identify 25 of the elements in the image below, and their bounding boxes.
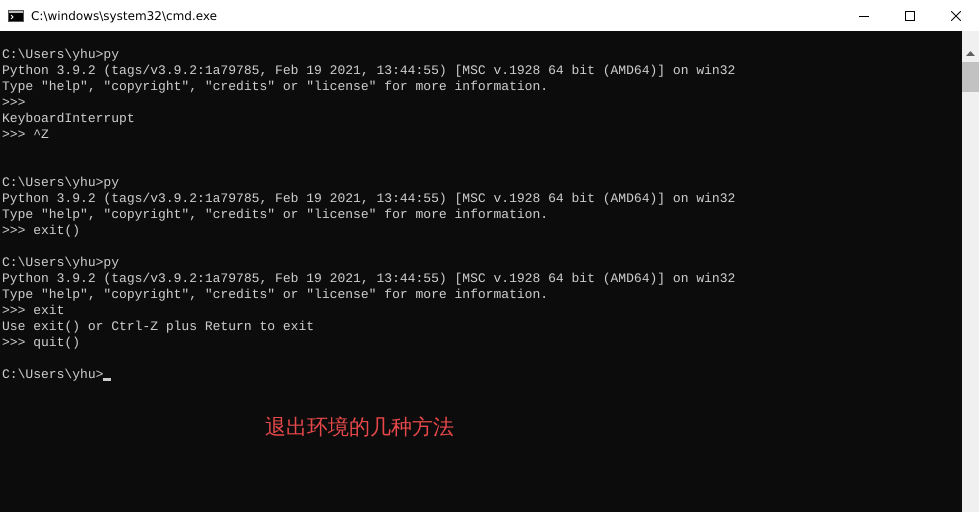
window-title: C:\windows\system32\cmd.exe (31, 8, 217, 22)
console-line: Type "help", "copyright", "credits" or "license" for more information. (2, 287, 550, 303)
console-line: >>> (2, 95, 26, 111)
console-line: C:\Users\yhu>py (2, 255, 120, 271)
close-icon (951, 10, 961, 20)
console-line: >>> exit() (2, 223, 82, 239)
console-line: C:\Users\yhu>py (2, 47, 120, 63)
command-prompt: C:\Users\yhu> (2, 367, 104, 383)
console-line: Python 3.9.2 (tags/v3.9.2:1a79785, Feb 19 2021, 13:44:55) [MSC v.1928 64 bit (AMD64)] on win32 (2, 63, 736, 79)
console-line: >>> exit (2, 303, 66, 319)
scrollbar-thumb[interactable] (962, 62, 979, 92)
scroll-up-icon[interactable] (966, 51, 975, 56)
console-line: Type "help", "copyright", "credits" or "license" for more information. (2, 207, 550, 223)
annotation-text: 退出环境的几种方法 (265, 414, 454, 441)
console-line: >>> quit() (2, 335, 82, 351)
console-line: C:\Users\yhu>py (2, 175, 120, 191)
console-line: >>> ^Z (2, 127, 50, 143)
console-line: Python 3.9.2 (tags/v3.9.2:1a79785, Feb 19 2021, 13:44:55) [MSC v.1928 64 bit (AMD64)] on win32 (2, 191, 736, 207)
console-line: Type "help", "copyright", "credits" or "license" for more information. (2, 79, 550, 95)
console-line: KeyboardInterrupt (2, 111, 136, 127)
console-line: Use exit() or Ctrl-Z plus Return to exit (2, 319, 316, 335)
maximize-icon (905, 10, 915, 20)
scrollbar[interactable] (962, 31, 979, 512)
console-line: Python 3.9.2 (tags/v3.9.2:1a79785, Feb 19 2021, 13:44:55) [MSC v.1928 64 bit (AMD64)] on win32 (2, 271, 736, 287)
console-icon (8, 10, 24, 22)
